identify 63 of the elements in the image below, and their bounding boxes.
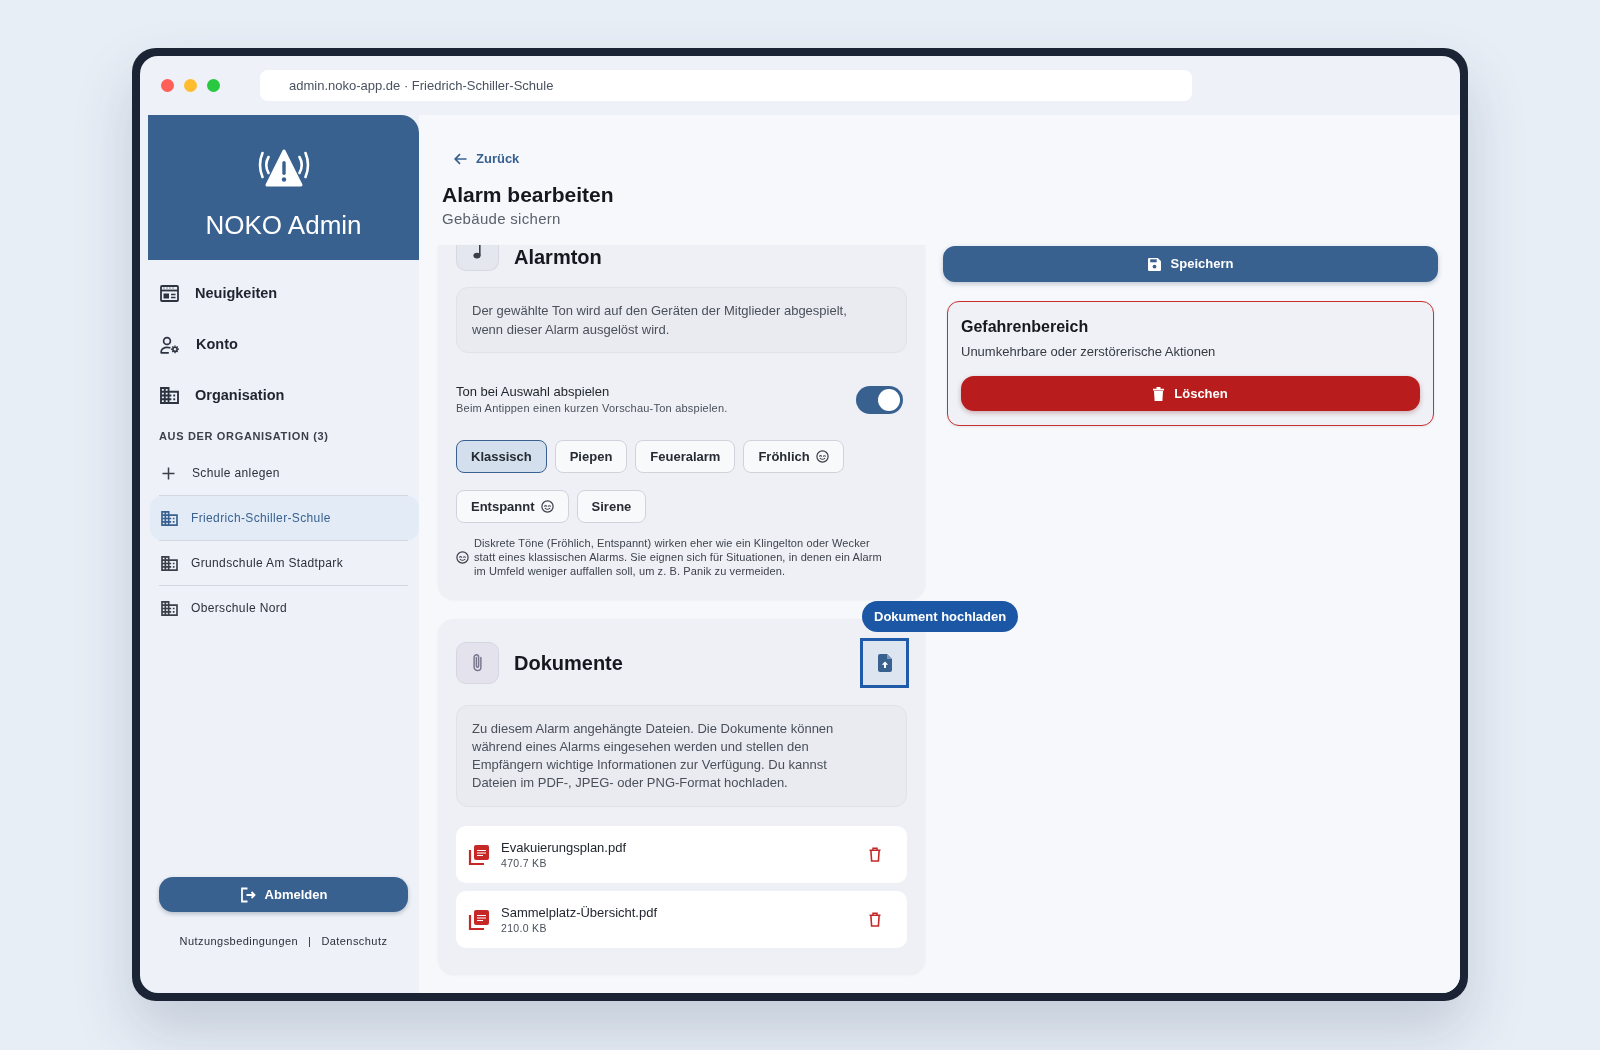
upload-button[interactable] [860,638,909,688]
newspaper-icon [160,285,179,302]
arrow-left-icon [454,153,467,165]
sound-toggle[interactable] [856,385,903,414]
tone-chip[interactable]: Klassisch [456,440,547,473]
smiley-icon [456,550,469,564]
nav-item[interactable]: Organisation [160,370,407,421]
tooltip: Dokument hochladen [862,601,1019,632]
page-subtitle: Gebäude sichern [442,209,561,229]
paperclip-icon [456,642,499,684]
file-size: 470.7 KB [501,856,547,870]
section-description: Der gewählte Ton wird auf den Geräten der Mitglieder abgespielt, wenn dieser Alarm ausgelöst wird. [456,287,907,353]
nav-item[interactable]: Konto [160,319,407,370]
file-name: Evakuierungsplan.pdf [501,839,627,856]
danger-zone-title: Gefahrenbereich [961,317,1089,337]
user-gear-icon [160,335,180,354]
smiley-icon [540,500,554,513]
trash-icon [1153,386,1165,401]
back-link[interactable]: Zurück [454,149,520,169]
tone-chip[interactable]: Piepen [554,440,628,473]
tone-chip[interactable]: Fröhlich [743,440,844,473]
footer-link[interactable]: Datenschutz [321,932,388,950]
file-row[interactable]: Evakuierungsplan.pdf 470.7 KB [456,826,907,883]
file-name: Sammelplatz-Übersicht.pdf [501,904,658,921]
school-item[interactable]: Grundschule Am Stadtpark [150,541,419,585]
stacked-file-icon [468,908,490,931]
toggle-hint: Beim Antippen einen kurzen Vorschau-Ton abspielen. [456,401,728,416]
footer-link[interactable]: Nutzungsbedingungen [179,932,299,950]
tone-chip[interactable]: Sirene [576,490,647,523]
building-icon [160,387,179,404]
nav-item[interactable]: Neuigkeiten [160,268,407,319]
building-icon [161,555,178,571]
app-title: NOKO Admin [205,210,362,240]
danger-zone-description: Unumkehrbare oder zerstörerische Aktionen [961,343,1216,361]
hint-text: Diskrete Töne (Fröhlich, Entspannt) wirken eher wie ein Klingelton oder Wecker statt eines klassischen Alarms. Sie eignen sich für Situationen, in denen ein Alarm im Umfeld weniger auffallen soll, um z. B. Panik zu vermeiden. [474,536,883,578]
tone-chip[interactable]: Entspannt [456,490,569,523]
page-title: Alarm bearbeiten [442,182,614,208]
file-row[interactable]: Sammelplatz-Übersicht.pdf 210.0 KB [456,891,907,948]
section-description: Zu diesem Alarm angehängte Dateien. Die Dokumente können während eines Alarms eingesehen werden und stellen den Empfängern wichtige Informationen zur Verfügung. Du kannst Dateien im PDF-, JPEG- oder PNG-Format hochladen. [456,705,907,807]
delete-button[interactable]: Löschen [961,376,1420,411]
logout-icon [239,886,256,903]
building-icon [161,510,178,526]
link-separator: | [308,933,312,949]
trash-icon[interactable] [869,912,881,927]
save-button[interactable]: Speichern [943,246,1438,282]
tone-chip[interactable]: Feueralarm [635,440,736,473]
file-upload-icon [877,654,892,672]
toggle-label: Ton bei Auswahl abspielen [456,383,610,401]
logout-button[interactable]: Abmelden [159,877,408,912]
file-size: 210.0 KB [501,921,547,935]
trash-icon[interactable] [869,847,881,862]
address-bar[interactable]: admin.noko-app.de · Friedrich-Schiller-Schule [260,70,1192,101]
section-title: Alarmton [514,245,602,269]
add-school-item[interactable]: Schule anlegen [148,451,419,495]
alarm-warning-icon [256,148,311,188]
stacked-file-icon [468,843,490,866]
school-item[interactable]: Friedrich-Schiller-Schule [150,496,419,540]
building-icon [161,600,178,616]
section-label: AUS DER ORGANISATION (3) [158,428,330,444]
section-title: Dokumente [514,651,623,675]
plus-icon [162,466,175,480]
smiley-icon [815,450,829,463]
school-item[interactable]: Oberschule Nord [150,586,419,630]
